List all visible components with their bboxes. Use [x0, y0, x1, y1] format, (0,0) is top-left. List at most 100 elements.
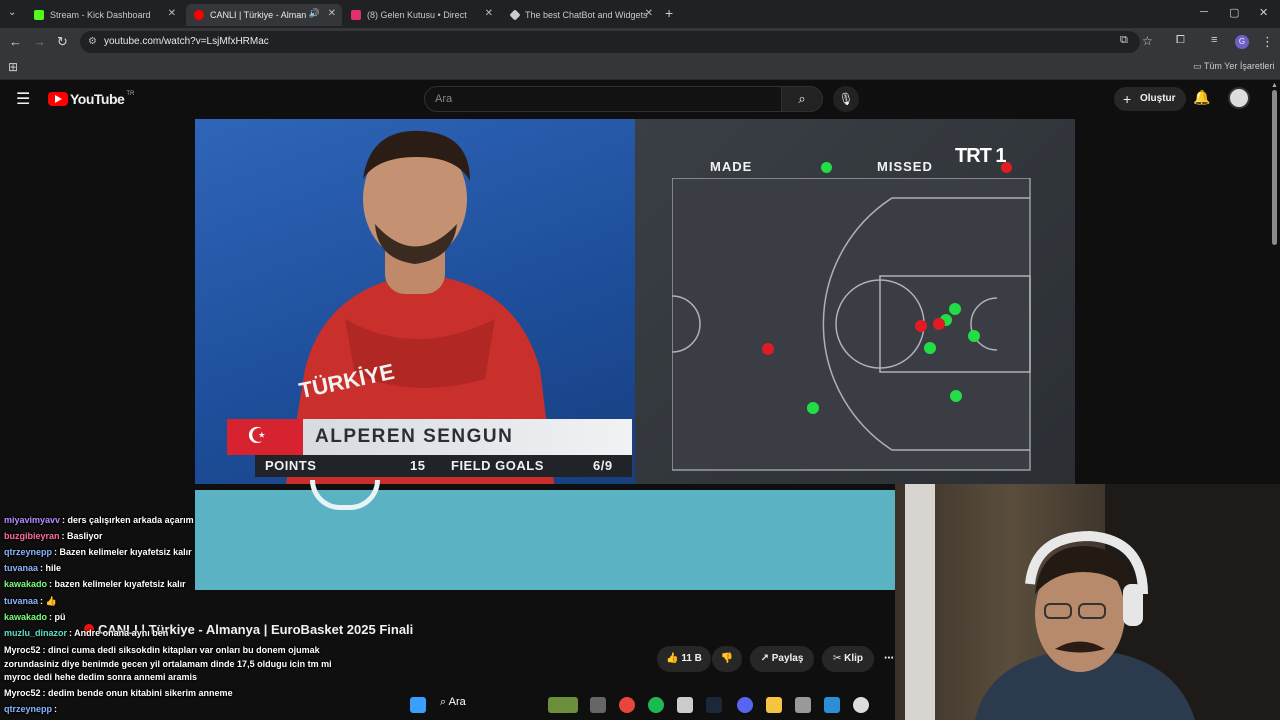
voice-search-button[interactable]: 🎙: [833, 86, 859, 112]
profile-avatar[interactable]: G: [1235, 35, 1249, 49]
decorative-arc: [310, 480, 380, 510]
search-button[interactable]: ⌕: [781, 86, 823, 112]
new-tab-icon[interactable]: +: [665, 5, 673, 21]
chat-text: : 👍: [40, 596, 57, 606]
share-button[interactable]: ↗ Paylaş: [750, 646, 814, 672]
tab-title: (8) Gelen Kutusu • Direct: [367, 10, 467, 20]
create-label: Oluştur: [1140, 93, 1176, 104]
points-value: 15: [410, 458, 426, 473]
region-code: TR: [126, 91, 135, 97]
store-icon[interactable]: [677, 697, 693, 713]
hamburger-menu-icon[interactable]: ☰: [16, 89, 30, 109]
reading-list-icon[interactable]: ≡: [1211, 34, 1217, 46]
made-shot-marker: [924, 342, 936, 354]
shot-chart-panel: MADE MISSED TRT 1 R: [635, 119, 1075, 484]
taskbar: ⌕ Ara: [400, 690, 880, 720]
chat-username: qtrzeynepp: [4, 704, 53, 714]
browser-tab-bar: ⌄ Stream - Kick Dashboard ✕ CANLI | Türk…: [0, 0, 1280, 28]
chat-text: zorundasiniz diye benimde gecen yil orta…: [4, 659, 332, 669]
url-input[interactable]: ⚙ youtube.com/watch?v=LsjMfxHRMac: [80, 31, 1140, 53]
chat-text: : dinci cuma dedi siksokdin kitapları va…: [42, 645, 320, 655]
menu-kebab-icon[interactable]: ⋮: [1261, 34, 1274, 50]
tab-instagram-direct[interactable]: (8) Gelen Kutusu • Direct ✕: [343, 4, 499, 26]
spotify-icon[interactable]: [648, 697, 664, 713]
like-button[interactable]: 👍 11 B: [657, 646, 711, 672]
back-icon[interactable]: ←: [9, 34, 22, 49]
tab-title: CANLI | Türkiye - Alman: [210, 10, 307, 20]
tab-search-icon[interactable]: ⌄: [8, 7, 16, 18]
site-info-icon[interactable]: ⚙: [88, 31, 97, 53]
video-player[interactable]: TÜRKİYE MADE MISSED TRT 1 R ☪ ALPEREN SE…: [195, 119, 1075, 484]
bookmark-star-icon[interactable]: ☆: [1142, 34, 1153, 48]
task-view-icon[interactable]: [590, 697, 606, 713]
youtube-logo[interactable]: YouTube TR: [48, 91, 134, 107]
search-input[interactable]: Ara: [424, 86, 782, 112]
speaker-icon[interactable]: 🔊: [309, 8, 320, 19]
discord-icon[interactable]: [737, 697, 753, 713]
page-scrollbar[interactable]: [1272, 90, 1277, 245]
youtube-header: ☰ YouTube TR Ara ⌕ 🎙 + Oluştur 🔔: [0, 80, 1280, 118]
extensions-icon[interactable]: ⧠: [1176, 34, 1185, 47]
player-name: ALPEREN SENGUN: [315, 426, 514, 447]
field-goals-value: 6/9: [593, 458, 613, 473]
taskbar-search[interactable]: ⌕ Ara: [440, 696, 466, 709]
made-shot-marker: [807, 402, 819, 414]
clip-label: Klip: [844, 653, 864, 664]
apps-grid-icon[interactable]: ⊞: [8, 60, 18, 74]
thumbs-up-icon: 👍: [666, 653, 679, 664]
search-icon: ⌕: [798, 91, 806, 106]
chat-message: Myroc52: dinci cuma dedi siksokdin kitap…: [4, 645, 320, 655]
court-diagram: [672, 178, 1031, 471]
chat-message: Myroc52: dedim bende onun kitabini siker…: [4, 688, 233, 698]
kick-icon: [34, 10, 44, 20]
chat-text: : Basliyor: [61, 531, 103, 541]
close-icon[interactable]: ✕: [328, 8, 336, 19]
chat-text: : ders çalışırken arkada açarım: [62, 515, 194, 525]
paint-icon[interactable]: [824, 697, 840, 713]
minimize-icon[interactable]: ─: [1200, 6, 1208, 18]
chat-message: buzgibieyran: Basliyor: [4, 531, 103, 541]
made-legend-dot: [821, 162, 832, 173]
create-button[interactable]: + Oluştur: [1114, 87, 1186, 111]
file-explorer-icon[interactable]: [766, 697, 782, 713]
window-close-icon[interactable]: ✕: [1259, 6, 1268, 19]
trt1-logo: TRT 1: [955, 145, 1007, 167]
url-text: youtube.com/watch?v=LsjMfxHRMac: [104, 36, 269, 47]
windows-start-icon[interactable]: [410, 697, 426, 713]
chat-message: zorundasiniz diye benimde gecen yil orta…: [4, 659, 332, 669]
tab-kick-dashboard[interactable]: Stream - Kick Dashboard ✕: [26, 4, 182, 26]
all-bookmarks[interactable]: ▭ Tüm Yer İşaretleri: [1193, 61, 1274, 72]
account-avatar[interactable]: [1228, 87, 1250, 109]
tab-chatbot-widgets[interactable]: The best ChatBot and Widgets ✕: [503, 4, 659, 26]
forward-icon[interactable]: →: [33, 34, 46, 49]
cast-icon[interactable]: ⧉: [1120, 34, 1128, 47]
notifications-bell-icon[interactable]: 🔔: [1193, 89, 1210, 106]
chat-message: kawakado: bazen kelimeler kıyafetsiz kal…: [4, 579, 186, 589]
steam-icon[interactable]: [706, 697, 722, 713]
tab-youtube-live[interactable]: CANLI | Türkiye - Alman 🔊 ✕: [186, 4, 342, 26]
like-count: 11 B: [681, 653, 702, 664]
scroll-up-icon[interactable]: ▲: [1271, 82, 1278, 89]
close-icon[interactable]: ✕: [168, 8, 176, 19]
chat-message: qtrzeynepp: Bazen kelimeler kıyafetsiz k…: [4, 547, 192, 557]
share-icon: ↗: [760, 653, 769, 664]
missed-shot-marker: [915, 320, 927, 332]
streamer-image: [975, 530, 1195, 720]
missed-shot-marker: [762, 343, 774, 355]
chat-text: :: [54, 704, 58, 714]
reload-icon[interactable]: ↻: [57, 34, 68, 50]
clip-button[interactable]: ✂ Klip: [822, 646, 874, 672]
widget-icon[interactable]: [548, 697, 578, 713]
close-icon[interactable]: ✕: [485, 8, 493, 19]
field-goals-label: FIELD GOALS: [451, 458, 544, 473]
obs-icon[interactable]: [853, 697, 869, 713]
camera-icon[interactable]: [795, 697, 811, 713]
scissors-icon: ✂: [832, 653, 842, 664]
close-icon[interactable]: ✕: [645, 8, 653, 19]
maximize-icon[interactable]: ▢: [1229, 6, 1239, 19]
chat-message: miyavimyavv: ders çalışırken arkada açar…: [4, 515, 194, 525]
chrome-icon[interactable]: [619, 697, 635, 713]
missed-legend-label: MISSED: [877, 159, 933, 174]
more-icon: ⋯: [884, 653, 894, 664]
dislike-button[interactable]: 👎: [712, 646, 742, 672]
